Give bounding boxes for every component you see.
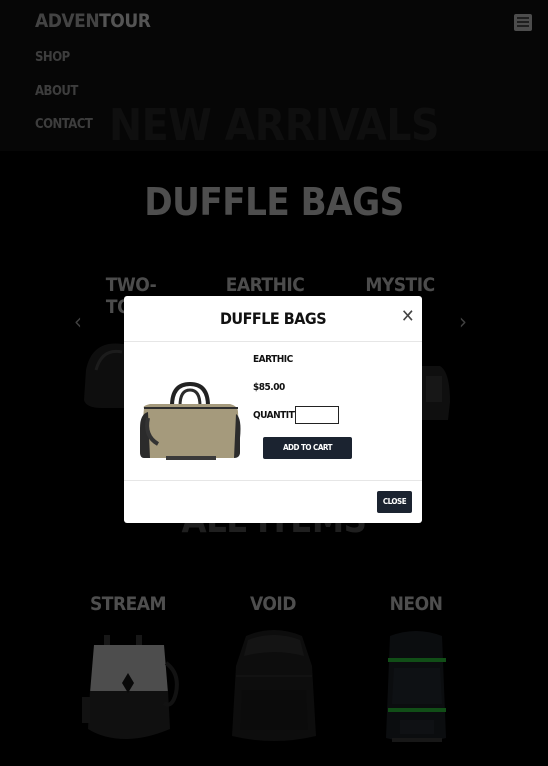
product-modal: DUFFLE BAGS ✕ EARTHIC $85.00 QUANTITY: A…: [124, 296, 422, 523]
earthic-duffle-image: [140, 381, 241, 460]
quantity-input[interactable]: [295, 406, 339, 424]
product-price: $85.00: [253, 382, 285, 393]
modal-footer-divider: [124, 480, 422, 481]
product-name: EARTHIC: [253, 354, 293, 365]
modal-title: DUFFLE BAGS: [219, 309, 327, 328]
close-icon[interactable]: ✕: [401, 308, 415, 326]
close-button[interactable]: CLOSE: [377, 491, 412, 513]
add-to-cart-button[interactable]: ADD TO CART: [263, 437, 352, 459]
modal-header: DUFFLE BAGS ✕: [124, 296, 422, 342]
